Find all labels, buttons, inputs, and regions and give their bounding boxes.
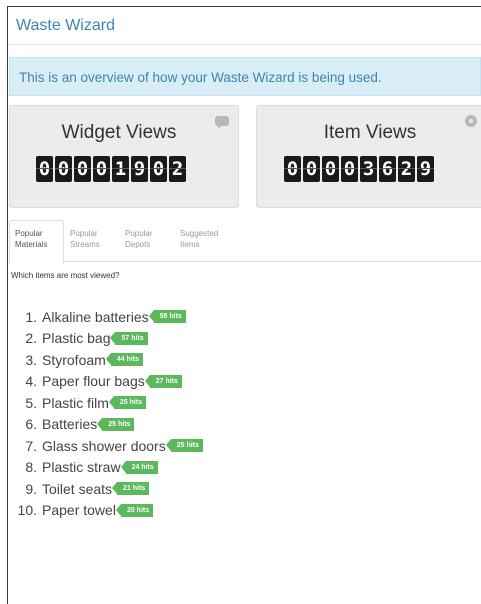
list-item: 4. Paper flour bags 27 hits — [8, 371, 481, 393]
item-rank: 7. — [25, 437, 37, 454]
waste-wizard-window: Waste Wizard This is an overview of how … — [7, 6, 481, 604]
list-item: 7. Glass shower doors 25 hits — [8, 435, 481, 457]
tab-suggested-items[interactable]: Suggested Items — [174, 220, 241, 261]
hits-badge: 25 hits — [165, 439, 203, 453]
item-name: Styrofoam — [42, 351, 106, 368]
hits-badge: 25 hits — [108, 396, 147, 410]
item-name: Glass shower doors — [42, 437, 166, 454]
counter-digit: 2 — [169, 156, 186, 182]
hits-badge: 21 hits — [112, 482, 150, 496]
item-name: Plastic straw — [42, 459, 121, 476]
tab-bar: Popular Materials Popular Streams Popula… — [9, 220, 481, 263]
list-item: 10. Paper towel 20 hits — [8, 500, 481, 522]
counter-digit: 0 — [303, 156, 320, 182]
counter-digit: 2 — [398, 156, 415, 182]
counter-digit: 9 — [131, 156, 148, 182]
item-rank: 5. — [25, 394, 37, 411]
counter-digit: 0 — [322, 156, 339, 182]
hits-badge: 58 hits — [148, 310, 186, 324]
hits-badge: 27 hits — [144, 374, 182, 388]
hits-badge: 44 hits — [105, 353, 143, 367]
list-item: 5. Plastic film 25 hits — [8, 392, 481, 414]
widget-views-counter: 0 0 0 0 1 9 0 2 — [36, 156, 186, 182]
tab-label-line2: Items — [180, 240, 200, 249]
tab-label-line1: Suggested — [180, 229, 219, 238]
counter-digit: 0 — [150, 156, 167, 182]
item-views-panel: Item Views 0 0 0 0 3 6 2 9 — [256, 105, 481, 208]
item-rank: 3. — [25, 351, 37, 368]
tab-popular-materials[interactable]: Popular Materials — [9, 220, 64, 263]
stats-row: Widget Views 0 0 0 0 1 9 0 2 Item Views … — [8, 105, 481, 220]
tab-label-line1: Popular — [70, 229, 98, 238]
widget-views-title: Widget Views — [61, 122, 177, 143]
counter-digit: 0 — [341, 156, 358, 182]
list-item: 3. Styrofoam 44 hits — [8, 349, 481, 371]
item-name: Paper towel — [42, 502, 116, 519]
tab-label-line2: Depots — [125, 240, 151, 249]
list-item: 8. Plastic straw 24 hits — [8, 457, 481, 479]
item-name: Paper flour bags — [42, 373, 145, 390]
item-views-counter: 0 0 0 0 3 6 2 9 — [284, 156, 434, 182]
list-item: 1. Alkaline batteries 58 hits — [8, 306, 481, 328]
tab-label-line1: Popular — [125, 229, 153, 238]
counter-digit: 1 — [112, 156, 129, 182]
hits-badge: 25 hits — [97, 417, 135, 431]
tab-popular-streams[interactable]: Popular Streams — [64, 220, 119, 261]
item-rank: 2. — [25, 330, 37, 347]
section-question: Which items are most viewed? — [11, 271, 120, 280]
tab-label-line2: Streams — [70, 240, 100, 249]
tab-label-line2: Materials — [15, 240, 48, 249]
counter-digit: 0 — [284, 156, 301, 182]
counter-digit: 9 — [417, 156, 434, 182]
tab-label-line1: Popular — [15, 229, 43, 238]
counter-digit: 0 — [55, 156, 72, 182]
app-title: Waste Wizard — [16, 17, 115, 34]
item-rank: 10. — [17, 502, 37, 519]
item-rank: 9. — [25, 480, 37, 497]
list-item: 2. Plastic bag 57 hits — [8, 328, 481, 350]
info-alert: This is an overview of how your Waste Wi… — [9, 57, 481, 96]
hits-badge: 24 hits — [120, 460, 158, 474]
list-item: 6. Batteries 25 hits — [8, 414, 481, 436]
hits-badge: 57 hits — [110, 331, 148, 345]
counter-digit: 0 — [74, 156, 91, 182]
item-rank: 6. — [25, 416, 37, 433]
header: Waste Wizard — [8, 7, 481, 45]
item-name: Plastic bag — [42, 330, 111, 347]
hits-badge: 20 hits — [115, 503, 154, 517]
item-name: Toilet seats — [42, 480, 113, 497]
list-item: 9. Toilet seats 21 hits — [8, 478, 481, 500]
tab-popular-depots[interactable]: Popular Depots — [119, 220, 174, 261]
item-name: Batteries — [42, 416, 98, 433]
item-rank: 8. — [25, 459, 37, 476]
item-rank: 1. — [25, 308, 37, 325]
item-name: Plastic film — [42, 394, 109, 411]
popular-items-list: 1. Alkaline batteries 58 hits 2. Plastic ba… — [8, 306, 481, 521]
item-views-title: Item Views — [323, 122, 417, 143]
counter-digit: 0 — [93, 156, 110, 182]
counter-digit: 6 — [379, 156, 396, 182]
counter-digit: 0 — [36, 156, 53, 182]
item-name: Alkaline batteries — [42, 308, 149, 325]
item-rank: 4. — [25, 373, 37, 390]
counter-digit: 3 — [360, 156, 377, 182]
widget-views-panel: Widget Views 0 0 0 0 1 9 0 2 — [9, 105, 239, 208]
